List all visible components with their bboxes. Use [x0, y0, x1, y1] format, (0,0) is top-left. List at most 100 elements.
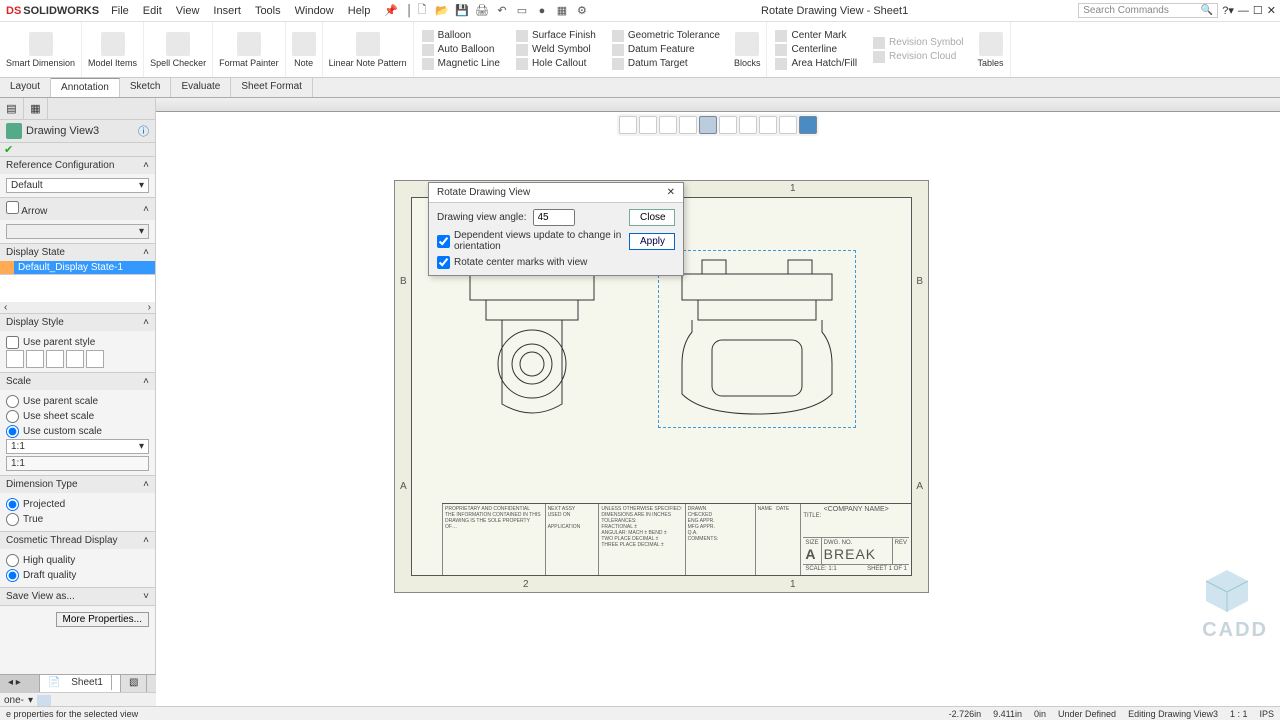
display-style-toolbar-icon[interactable] [699, 116, 717, 134]
view-settings-icon[interactable] [779, 116, 797, 134]
hide-show-icon[interactable] [719, 116, 737, 134]
ribbon-linear-note-pattern[interactable]: Linear Note Pattern [323, 22, 414, 77]
draft-quality-radio[interactable] [6, 569, 19, 582]
menu-insert[interactable]: Insert [207, 2, 247, 20]
settings-icon[interactable]: ⚙ [573, 3, 591, 19]
tree-tab-icon[interactable]: ▤ [0, 98, 24, 119]
ribbon-balloon[interactable]: Balloon [418, 30, 504, 42]
ribbon-geometric-tolerance[interactable]: Geometric Tolerance [608, 30, 724, 42]
prop-tab-icon[interactable]: ▦ [24, 98, 48, 119]
menu-file[interactable]: File [105, 2, 135, 20]
scroll-left-icon[interactable]: ‹ [4, 302, 7, 313]
open-icon[interactable]: 📂 [433, 3, 451, 19]
hlv-icon[interactable] [46, 350, 64, 368]
tab-evaluate[interactable]: Evaluate [171, 78, 231, 97]
ribbon-datum-feature[interactable]: Datum Feature [608, 44, 724, 56]
close-button[interactable]: Close [629, 209, 675, 226]
ribbon-spell-checker[interactable]: Spell Checker [144, 22, 213, 77]
arrow-combo[interactable]: ▾ [6, 224, 149, 239]
ribbon-auto-balloon[interactable]: Auto Balloon [418, 44, 504, 56]
save-icon[interactable]: 💾 [453, 3, 471, 19]
section-thread[interactable]: Cosmetic Thread Display˄ [0, 532, 155, 549]
search-commands[interactable]: Search Commands 🔍 [1078, 3, 1218, 18]
projected-radio[interactable] [6, 498, 19, 511]
ribbon-tables[interactable]: Tables [972, 22, 1011, 77]
rotate-center-marks-checkbox[interactable] [437, 256, 450, 269]
ref-config-combo[interactable]: Default▾ [6, 178, 149, 193]
zoom-fit-icon[interactable] [619, 116, 637, 134]
scale-combo[interactable]: 1:1▾ [6, 439, 149, 454]
tab-sheet-format[interactable]: Sheet Format [231, 78, 313, 97]
maximize-icon[interactable]: ☐ [1253, 4, 1263, 17]
section-ref-config[interactable]: Reference Configuration˄ [0, 157, 155, 174]
section-scale[interactable]: Scale˄ [0, 373, 155, 390]
apply-scene-icon[interactable] [759, 116, 777, 134]
menu-view[interactable]: View [170, 2, 206, 20]
sheet-tab-1[interactable]: 📄 Sheet1 [40, 675, 121, 692]
zoom-area-icon[interactable] [639, 116, 657, 134]
use-parent-scale-radio[interactable] [6, 395, 19, 408]
options-icon[interactable]: ▦ [553, 3, 571, 19]
print-icon[interactable]: 🖨 [473, 3, 491, 19]
close-icon[interactable]: ✕ [1267, 4, 1276, 17]
display-state-item[interactable]: Default_Display State-1 [14, 261, 155, 274]
wireframe-icon[interactable] [6, 350, 24, 368]
shaded-edges-icon[interactable] [66, 350, 84, 368]
ribbon-center-mark[interactable]: Center Mark [771, 30, 861, 42]
section-display-style[interactable]: Display Style˄ [0, 314, 155, 331]
use-custom-scale-radio[interactable] [6, 425, 19, 438]
use-sheet-scale-radio[interactable] [6, 410, 19, 423]
ribbon-hole-callout[interactable]: Hole Callout [512, 58, 600, 70]
section-display-state[interactable]: Display State˄ [0, 244, 155, 261]
undo-icon[interactable]: ↶ [493, 3, 511, 19]
help-panel-icon[interactable]: ⓘ [138, 123, 149, 139]
ribbon-surface-finish[interactable]: Surface Finish [512, 30, 600, 42]
angle-input[interactable] [533, 209, 575, 226]
ribbon-centerline[interactable]: Centerline [771, 44, 861, 56]
rebuild-icon[interactable]: ● [533, 3, 551, 19]
high-quality-radio[interactable] [6, 554, 19, 567]
ribbon-smart-dimension[interactable]: Smart Dimension [0, 22, 82, 77]
drawing-view-1[interactable] [452, 254, 612, 424]
select-icon[interactable]: ▭ [513, 3, 531, 19]
new-icon[interactable]: 🗋 [413, 3, 431, 19]
scale-text[interactable]: 1:1 [6, 456, 149, 471]
ribbon-format-painter[interactable]: Format Painter [213, 22, 286, 77]
sheet-tabs-nav[interactable]: ◂ ▸ [0, 675, 40, 692]
ribbon-model-items[interactable]: Model Items [82, 22, 144, 77]
ribbon-magnetic-line[interactable]: Magnetic Line [418, 58, 504, 70]
ribbon-blocks[interactable]: Blocks [728, 22, 768, 77]
ribbon-revision-cloud[interactable]: Revision Cloud [869, 51, 967, 63]
ribbon-note[interactable]: Note [286, 22, 323, 77]
section-save-as[interactable]: Save View as...˅ [0, 588, 155, 605]
dialog-close-icon[interactable]: ✕ [667, 187, 675, 198]
view-orientation-icon[interactable] [799, 116, 817, 134]
prev-view-icon[interactable] [659, 116, 677, 134]
section-view-icon[interactable] [679, 116, 697, 134]
section-arrow[interactable]: Arrow˄ [0, 198, 155, 220]
use-parent-style-checkbox[interactable] [6, 336, 19, 349]
apply-button[interactable]: Apply [629, 233, 675, 250]
hlr-icon[interactable] [26, 350, 44, 368]
scroll-right-icon[interactable]: › [148, 302, 151, 313]
tab-layout[interactable]: Layout [0, 78, 51, 97]
tab-annotation[interactable]: Annotation [51, 78, 120, 97]
tab-sketch[interactable]: Sketch [120, 78, 172, 97]
ribbon-datum-target[interactable]: Datum Target [608, 58, 724, 70]
shaded-icon[interactable] [86, 350, 104, 368]
true-radio[interactable] [6, 513, 19, 526]
edit-appearance-icon[interactable] [739, 116, 757, 134]
ok-icon[interactable]: ✔ [4, 143, 13, 156]
more-properties-button[interactable]: More Properties... [56, 612, 149, 627]
dependent-views-checkbox[interactable] [437, 235, 450, 248]
minimize-icon[interactable]: — [1238, 5, 1249, 17]
ribbon-weld-symbol[interactable]: Weld Symbol [512, 44, 600, 56]
plane-icon[interactable] [37, 695, 51, 707]
menu-edit[interactable]: Edit [137, 2, 168, 20]
add-sheet-icon[interactable]: ▧ [121, 675, 147, 692]
ribbon-area-hatch[interactable]: Area Hatch/Fill [771, 58, 861, 70]
menu-window[interactable]: Window [289, 2, 340, 20]
arrow-checkbox[interactable] [6, 201, 19, 214]
menu-tools[interactable]: Tools [249, 2, 287, 20]
menu-help[interactable]: Help [342, 2, 377, 20]
